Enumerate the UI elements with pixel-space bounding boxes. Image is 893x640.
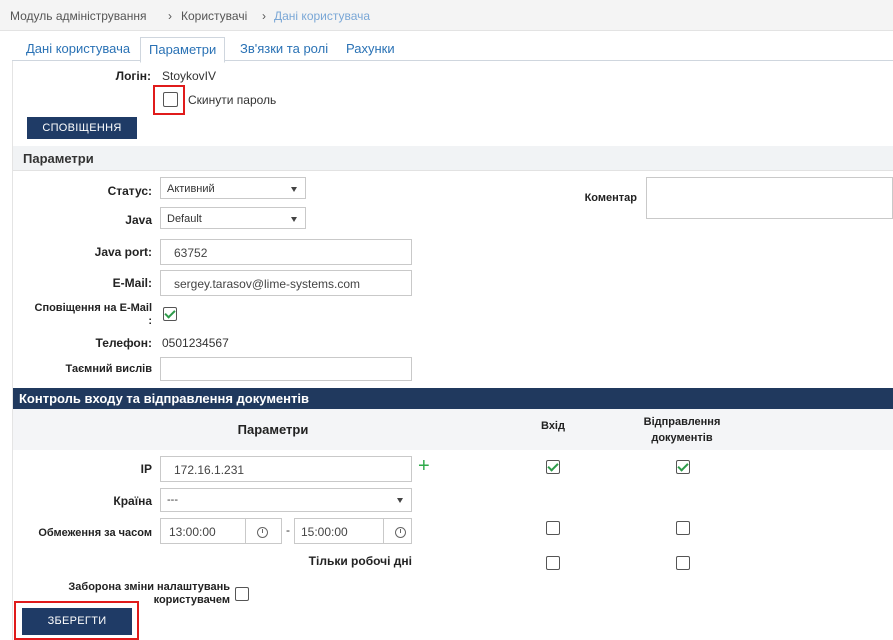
input-divider xyxy=(245,519,246,543)
comment-textarea[interactable] xyxy=(646,177,893,219)
ip-value: 172.16.1.231 xyxy=(174,463,245,477)
breadcrumb-separator: › xyxy=(168,9,172,23)
col-header-send-line2: документів xyxy=(651,432,713,444)
reset-password-checkbox[interactable] xyxy=(163,92,178,107)
email-notify-checkbox[interactable] xyxy=(163,307,177,321)
status-select[interactable]: Активний xyxy=(160,177,306,199)
status-select-value: Активний xyxy=(167,183,215,195)
login-label: Логін: xyxy=(115,69,151,83)
java-port-value: 63752 xyxy=(174,246,208,260)
chevron-down-icon xyxy=(291,187,297,192)
time-to-value: 15:00:00 xyxy=(301,525,348,539)
time-to-input[interactable]: 15:00:00 xyxy=(294,518,412,544)
chevron-down-icon xyxy=(397,498,403,503)
java-select-value: Default xyxy=(167,213,202,225)
chevron-down-icon xyxy=(291,217,297,222)
email-notify-label: Сповіщення на E-Mail xyxy=(34,302,153,314)
java-port-input[interactable]: 63752 xyxy=(160,239,412,265)
ip-send-checkbox[interactable] xyxy=(676,460,690,474)
col-header-send: Відправлення xyxy=(643,416,721,428)
add-ip-icon[interactable]: + xyxy=(418,456,430,476)
workdays-label: Тільки робочі дні xyxy=(308,554,412,568)
country-label: Країна xyxy=(113,494,152,508)
email-notify-label-colon: : xyxy=(148,315,152,327)
country-select[interactable]: --- xyxy=(160,488,412,512)
time-from-value: 13:00:00 xyxy=(169,525,216,539)
access-section-title: Контроль входу та відправлення документі… xyxy=(19,391,309,406)
secret-phrase-input[interactable] xyxy=(160,357,412,381)
save-button[interactable]: ЗБЕРЕГТИ xyxy=(22,608,132,635)
input-divider xyxy=(383,519,384,543)
breadcrumb-separator: › xyxy=(262,9,266,23)
workdays-login-checkbox[interactable] xyxy=(546,556,560,570)
workdays-send-checkbox[interactable] xyxy=(676,556,690,570)
login-value: StoykovIV xyxy=(162,69,217,83)
clock-icon[interactable] xyxy=(395,527,406,538)
col-header-params: Параметри xyxy=(237,422,309,437)
country-select-value: --- xyxy=(167,494,178,506)
clock-icon[interactable] xyxy=(257,527,268,538)
parameters-section-title: Параметри xyxy=(23,151,94,166)
secret-phrase-label: Таємний вислів xyxy=(65,363,152,375)
phone-label: Телефон: xyxy=(95,336,152,350)
parameters-section-header: Параметри xyxy=(13,146,893,171)
tab-parameters[interactable]: Параметри xyxy=(140,37,226,63)
notifications-button[interactable]: СПОВІЩЕННЯ xyxy=(27,117,137,139)
breadcrumb: Модуль адміністрування › Користувачі › Д… xyxy=(0,0,893,31)
java-select[interactable]: Default xyxy=(160,207,306,229)
time-range-dash: - xyxy=(286,523,290,537)
forbid-settings-label: Заборона зміни налаштувань xyxy=(68,581,230,593)
time-login-checkbox[interactable] xyxy=(546,521,560,535)
email-label: E-Mail: xyxy=(112,276,152,290)
time-send-checkbox[interactable] xyxy=(676,521,690,535)
email-input[interactable]: sergey.tarasov@lime-systems.com xyxy=(160,270,412,296)
ip-login-checkbox[interactable] xyxy=(546,460,560,474)
tab-accounts[interactable]: Рахунки xyxy=(346,37,395,61)
email-value: sergey.tarasov@lime-systems.com xyxy=(174,277,360,291)
comment-label: Коментар xyxy=(584,192,637,204)
breadcrumb-item-users[interactable]: Користувачі xyxy=(181,9,247,23)
phone-value: 0501234567 xyxy=(162,336,229,350)
java-port-label: Java port: xyxy=(94,245,152,259)
time-from-input[interactable]: 13:00:00 xyxy=(160,518,282,544)
breadcrumb-item-admin-module[interactable]: Модуль адміністрування xyxy=(10,9,146,23)
tab-links-roles[interactable]: Зв'язки та ролі xyxy=(240,37,328,61)
ip-input[interactable]: 172.16.1.231 xyxy=(160,456,412,482)
status-label: Статус: xyxy=(107,184,152,198)
ip-label: IP xyxy=(140,462,152,476)
access-table-header xyxy=(13,409,893,450)
access-section-header: Контроль входу та відправлення документі… xyxy=(13,388,893,409)
java-label: Java xyxy=(125,213,152,227)
forbid-settings-checkbox[interactable] xyxy=(235,587,249,601)
reset-password-label: Скинути пароль xyxy=(188,93,277,107)
breadcrumb-item-current: Дані користувача xyxy=(274,9,371,23)
tab-user-data[interactable]: Дані користувача xyxy=(26,37,130,61)
time-restriction-label: Обмеження за часом xyxy=(38,527,152,539)
col-header-login: Вхід xyxy=(541,420,565,432)
